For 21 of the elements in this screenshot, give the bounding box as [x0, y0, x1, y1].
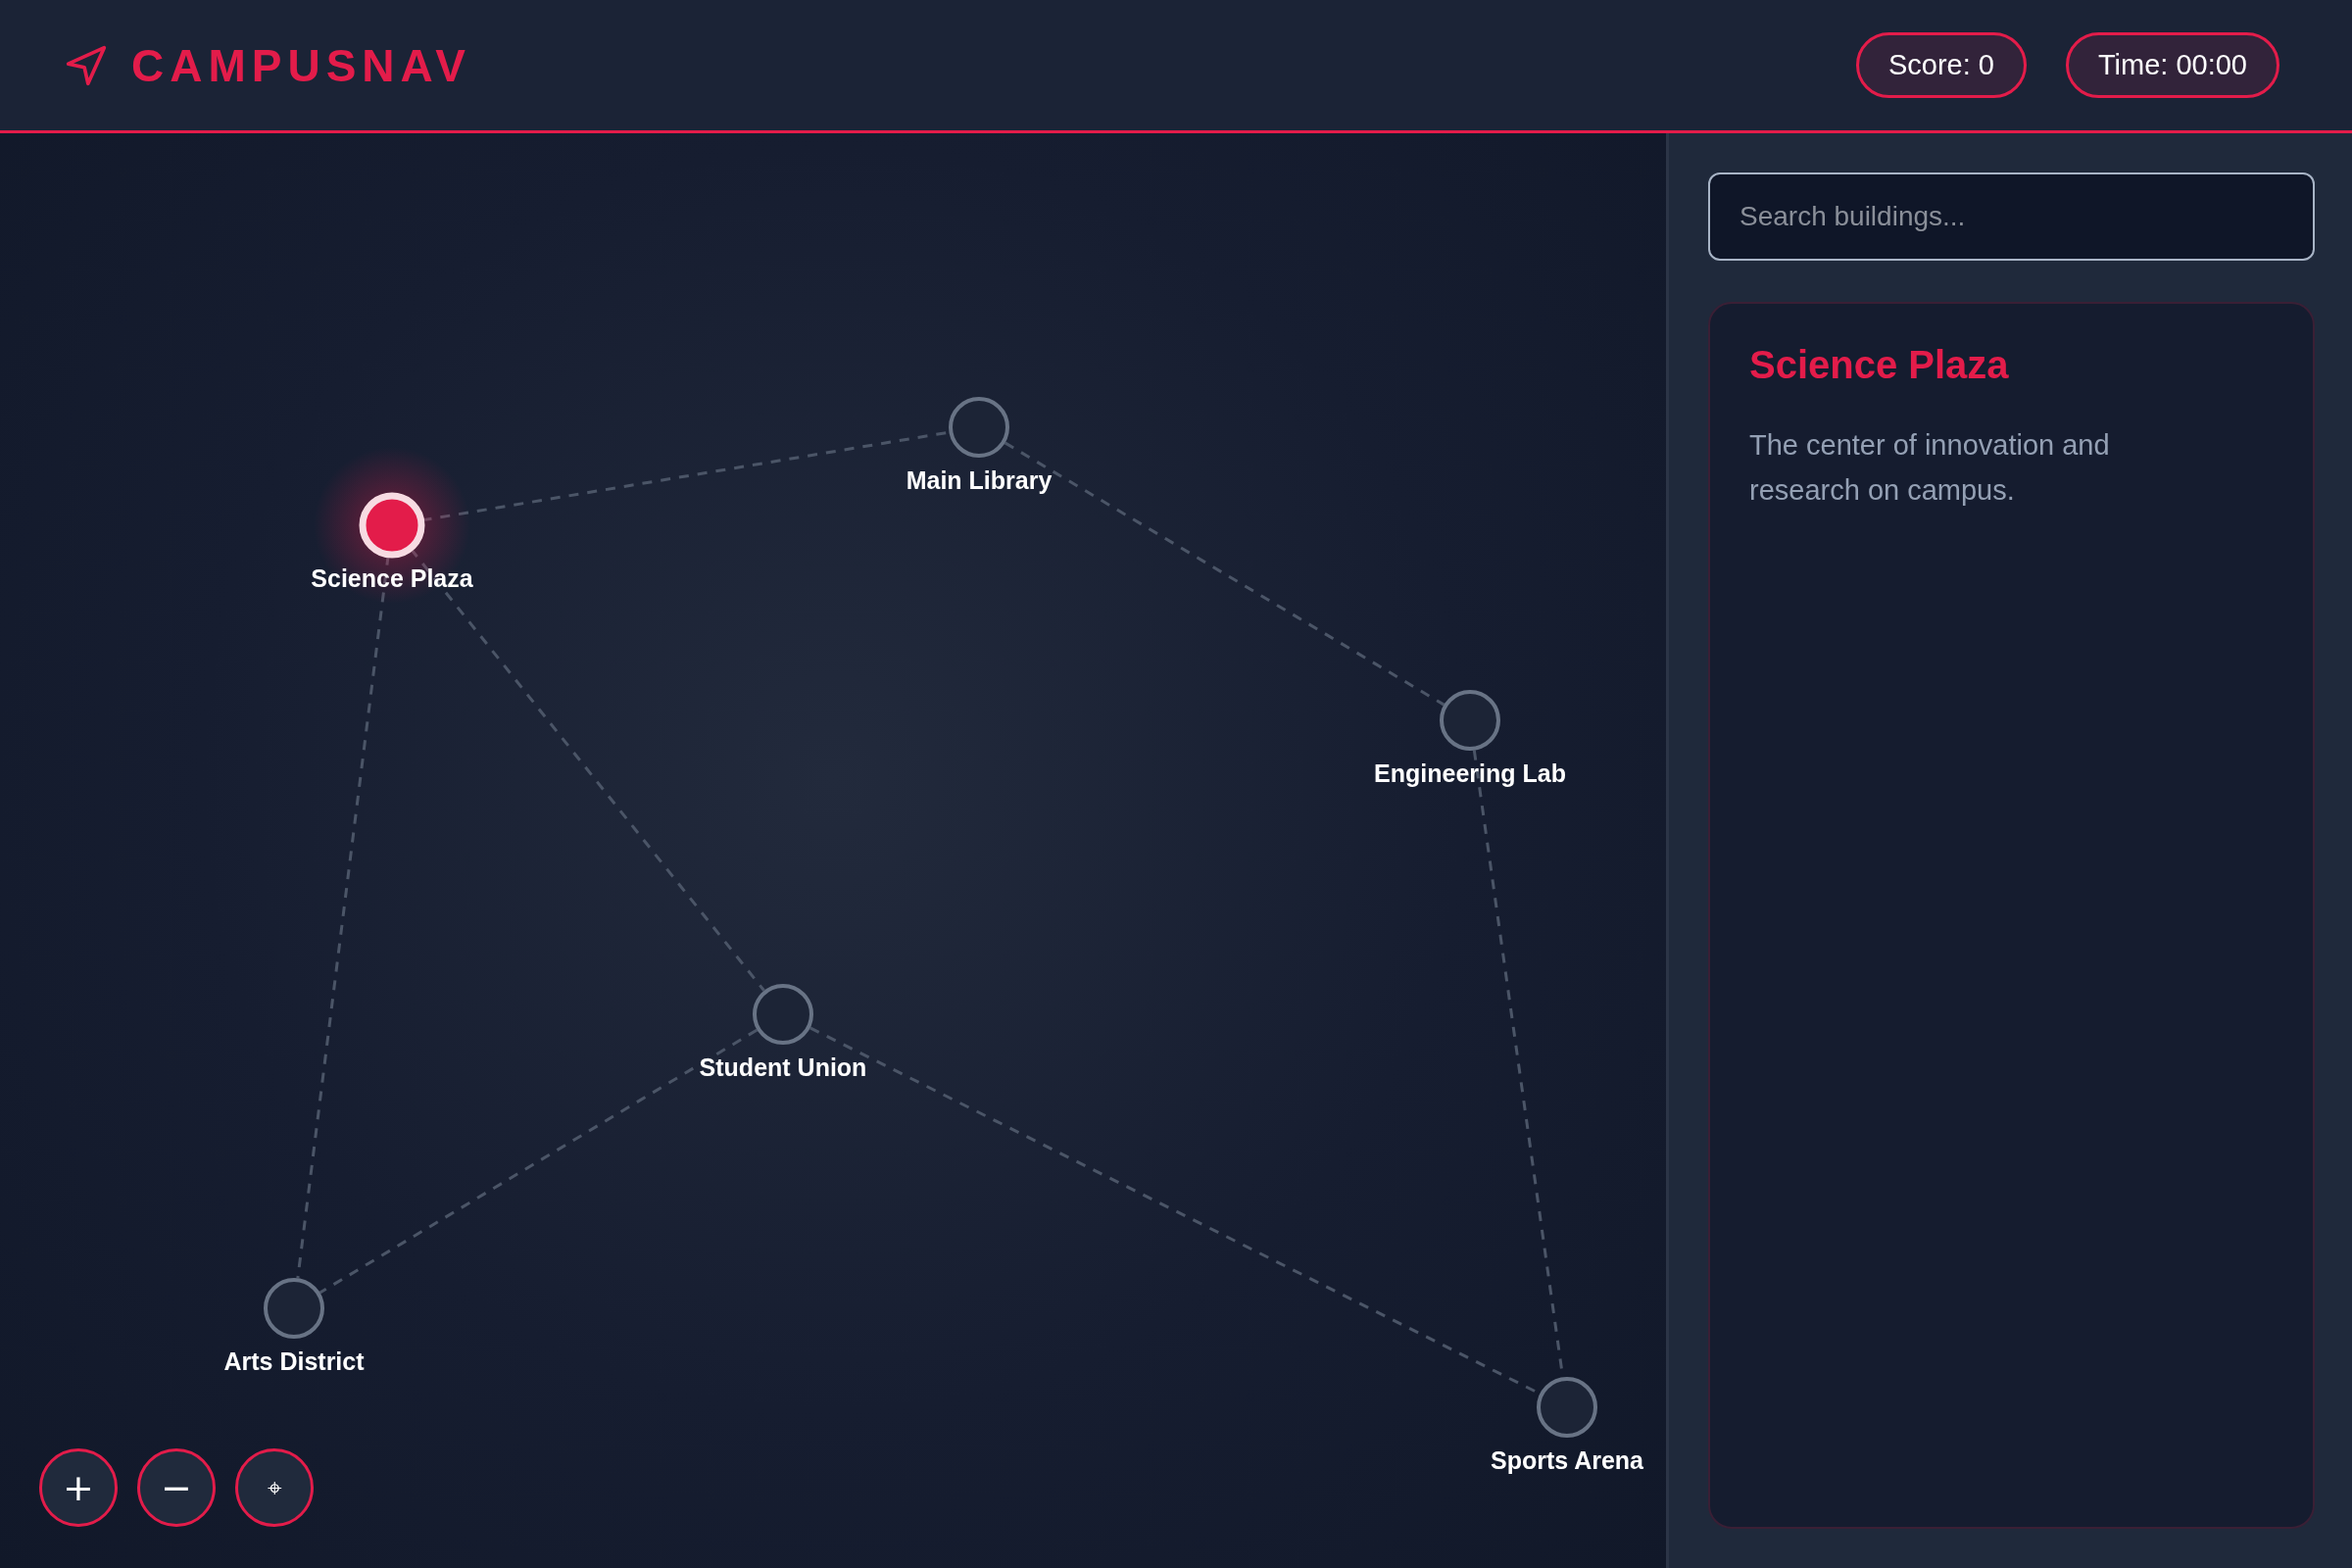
location-node[interactable]	[753, 984, 813, 1045]
location-label: Main Library	[906, 466, 1053, 494]
building-description: The center of innovation and research on campus.	[1749, 428, 2111, 508]
location-label: Science Plaza	[311, 564, 473, 592]
location-node[interactable]	[1440, 690, 1500, 751]
app-title: CAMPUSNAV	[131, 38, 472, 92]
recenter-button[interactable]: ⌖	[235, 1448, 314, 1527]
location-label: Student Union	[699, 1054, 867, 1081]
location-label: Arts District	[223, 1348, 365, 1375]
building-title: Science Plaza	[1749, 343, 2010, 387]
location-node[interactable]	[949, 397, 1009, 458]
navigation-arrow-icon	[65, 43, 108, 87]
location-label: Engineering Lab	[1374, 760, 1566, 787]
stat-pill: Score: 0	[1855, 32, 2027, 98]
location-label: Sports Arena	[1490, 1446, 1644, 1474]
zoom-in-button[interactable]: +	[39, 1448, 118, 1527]
stat-pill: Time: 00:00	[2065, 32, 2279, 98]
zoom-out-button[interactable]: −	[137, 1448, 216, 1527]
search-field[interactable]: Search buildings...	[1708, 172, 2315, 261]
location-node[interactable]	[1537, 1377, 1597, 1438]
location-node[interactable]	[264, 1278, 324, 1339]
